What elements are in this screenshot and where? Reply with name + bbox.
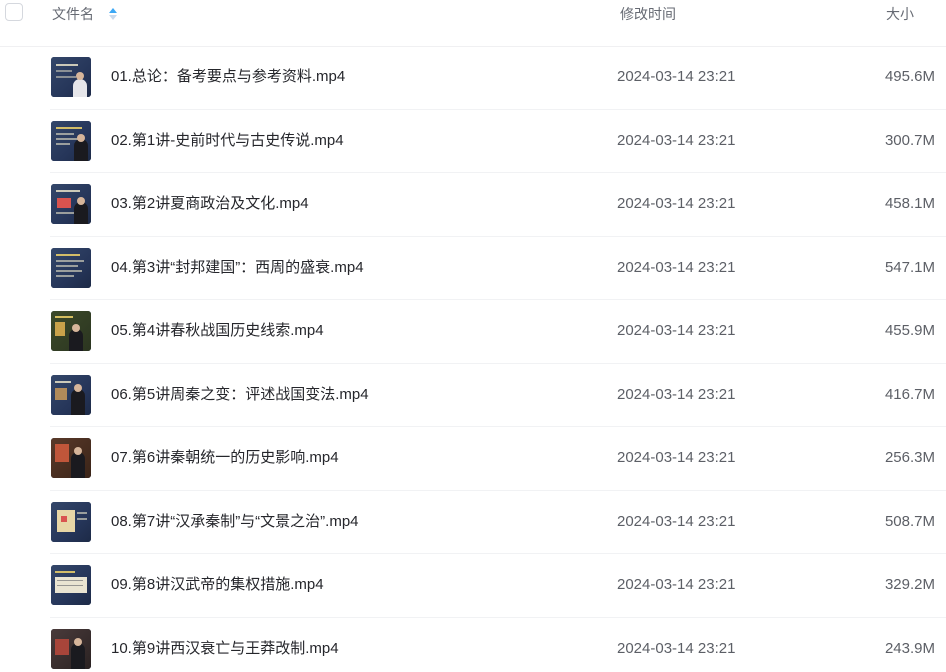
file-size: 508.7M bbox=[884, 512, 935, 530]
video-thumbnail bbox=[51, 628, 91, 669]
file-mtime: 2024-03-14 23:21 bbox=[617, 576, 736, 593]
file-mtime: 2024-03-14 23:21 bbox=[617, 385, 736, 403]
file-name[interactable]: 01.总论：备考要点与参考资料.mp4 bbox=[111, 68, 345, 86]
file-name[interactable]: 05.第4讲春秋战国历史线索.mp4 bbox=[111, 322, 324, 340]
video-thumbnail bbox=[51, 247, 91, 288]
column-header-name[interactable]: 文件名 bbox=[52, 5, 94, 23]
file-rows: 01.总论：备考要点与参考资料.mp4 2024-03-14 23:21 495… bbox=[0, 46, 946, 672]
file-name[interactable]: 07.第6讲秦朝统一的历史影响.mp4 bbox=[111, 449, 339, 467]
file-name[interactable]: 04.第3讲“封邦建国”：西周的盛衰.mp4 bbox=[111, 259, 364, 277]
file-name[interactable]: 08.第7讲“汉承秦制”与“文景之治”.mp4 bbox=[111, 513, 359, 531]
file-name[interactable]: 10.第9讲西汉衰亡与王莽改制.mp4 bbox=[111, 640, 339, 658]
file-mtime: 2024-03-14 23:21 bbox=[617, 449, 736, 466]
column-header-size[interactable]: 大小 bbox=[886, 5, 914, 23]
video-thumbnail bbox=[51, 311, 91, 351]
video-thumbnail bbox=[51, 374, 91, 415]
file-size: 458.1M bbox=[884, 195, 935, 212]
file-mtime: 2024-03-14 23:21 bbox=[617, 195, 736, 212]
file-name[interactable]: 03.第2讲夏商政治及文化.mp4 bbox=[111, 195, 309, 213]
video-thumbnail bbox=[51, 565, 91, 605]
file-mtime: 2024-03-14 23:21 bbox=[617, 639, 736, 657]
file-size: 455.9M bbox=[884, 322, 935, 339]
file-size: 547.1M bbox=[884, 258, 935, 276]
file-row[interactable]: 07.第6讲秦朝统一的历史影响.mp4 2024-03-14 23:21 256… bbox=[0, 427, 946, 491]
file-name[interactable]: 06.第5讲周秦之变：评述战国变法.mp4 bbox=[111, 386, 369, 404]
file-row[interactable]: 01.总论：备考要点与参考资料.mp4 2024-03-14 23:21 495… bbox=[0, 46, 946, 110]
file-size: 329.2M bbox=[884, 576, 935, 593]
file-name[interactable]: 09.第8讲汉武帝的集权措施.mp4 bbox=[111, 576, 324, 594]
file-size: 300.7M bbox=[884, 131, 935, 149]
file-row[interactable]: 03.第2讲夏商政治及文化.mp4 2024-03-14 23:21 458.1… bbox=[0, 173, 946, 237]
video-thumbnail bbox=[51, 120, 91, 161]
file-row[interactable]: 08.第7讲“汉承秦制”与“文景之治”.mp4 2024-03-14 23:21… bbox=[0, 491, 946, 555]
file-size: 416.7M bbox=[884, 385, 935, 403]
file-size: 495.6M bbox=[884, 68, 935, 85]
video-thumbnail bbox=[51, 438, 91, 478]
file-row[interactable]: 04.第3讲“封邦建国”：西周的盛衰.mp4 2024-03-14 23:21 … bbox=[0, 237, 946, 301]
video-thumbnail bbox=[51, 184, 91, 224]
file-size: 243.9M bbox=[884, 639, 935, 657]
video-thumbnail bbox=[51, 501, 91, 542]
file-mtime: 2024-03-14 23:21 bbox=[617, 512, 736, 530]
file-row[interactable]: 10.第9讲西汉衰亡与王莽改制.mp4 2024-03-14 23:21 243… bbox=[0, 618, 946, 672]
file-mtime: 2024-03-14 23:21 bbox=[617, 68, 736, 85]
file-mtime: 2024-03-14 23:21 bbox=[617, 322, 736, 339]
file-mtime: 2024-03-14 23:21 bbox=[617, 131, 736, 149]
file-size: 256.3M bbox=[884, 449, 935, 466]
video-thumbnail bbox=[51, 57, 91, 97]
column-header-mtime[interactable]: 修改时间 bbox=[620, 5, 676, 23]
select-all-checkbox[interactable] bbox=[5, 3, 23, 21]
sort-ascending-icon[interactable] bbox=[108, 5, 118, 23]
file-mtime: 2024-03-14 23:21 bbox=[617, 258, 736, 276]
file-row[interactable]: 05.第4讲春秋战国历史线索.mp4 2024-03-14 23:21 455.… bbox=[0, 300, 946, 364]
file-row[interactable]: 09.第8讲汉武帝的集权措施.mp4 2024-03-14 23:21 329.… bbox=[0, 554, 946, 618]
file-row[interactable]: 02.第1讲-史前时代与古史传说.mp4 2024-03-14 23:21 30… bbox=[0, 110, 946, 174]
list-header: 文件名 修改时间 大小 bbox=[0, 0, 946, 47]
file-name[interactable]: 02.第1讲-史前时代与古史传说.mp4 bbox=[111, 132, 344, 150]
file-list: 文件名 修改时间 大小 01.总论：备考要点与参考资料.mp4 2024-03-… bbox=[0, 0, 946, 672]
file-row[interactable]: 06.第5讲周秦之变：评述战国变法.mp4 2024-03-14 23:21 4… bbox=[0, 364, 946, 428]
